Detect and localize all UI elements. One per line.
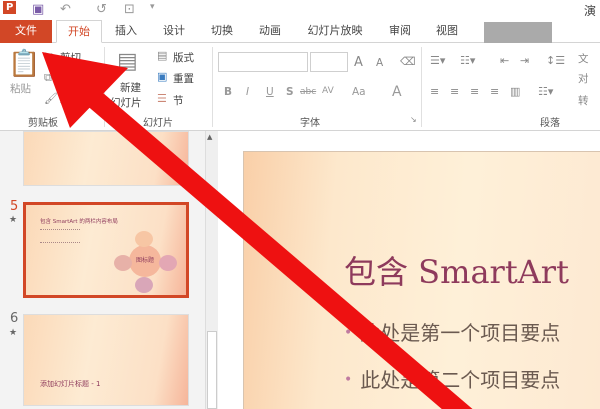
slide-bullet[interactable]: 此处是第一个项目要点 [344,317,560,346]
reset-icon[interactable]: ▣ [157,70,167,83]
slide-thumbnail-5[interactable]: 包含 SmartArt 的两栏内容布局 图标题 [23,202,189,298]
tab-design[interactable]: 设计 [152,20,196,43]
new-slide-dropdown[interactable]: 幻灯片 [110,95,142,110]
thumbnails-scrollbar[interactable]: ▲ [205,131,218,409]
tab-file[interactable]: 文件 [0,20,52,43]
char-spacing-button[interactable]: AV [322,86,334,96]
scrollbar-thumb[interactable] [207,331,217,409]
cut-icon[interactable]: ✂ [44,49,53,62]
tab-home[interactable]: 开始 [56,20,102,43]
customize-qat-icon[interactable]: ▾ [150,2,155,12]
font-group-label: 字体 [300,118,320,129]
change-case-button[interactable]: Aa [352,86,366,98]
font-name-input[interactable] [218,52,308,72]
text-direction-button[interactable]: 文 [578,51,589,66]
clipboard-group-label: 剪贴板 [28,118,58,129]
slide-thumbnail-4[interactable] [23,131,189,186]
tab-review[interactable]: 审阅 [380,20,420,43]
shrink-font-button[interactable]: A [376,57,383,69]
redacted-tab [484,22,552,44]
underline-button[interactable]: U [266,86,274,98]
cut-button[interactable]: 剪切 [60,50,81,65]
redo-icon[interactable]: ↺ [96,2,107,17]
save-icon[interactable]: ▣ [32,2,44,17]
new-slide-button[interactable]: 新建 [120,80,141,95]
align-text-button[interactable]: 对 [578,71,589,86]
thumbnail-title: 添加幻灯片标题 - 1 [40,380,101,388]
align-left-icon[interactable]: ≡ [430,85,439,98]
bullets-icon[interactable]: ☰▾ [430,54,445,67]
slide-thumbnails-pane: 5 ★ 包含 SmartArt 的两栏内容布局 图标题 6 ★ 添加幻灯片标题 … [0,131,205,409]
italic-button[interactable]: I [246,86,249,98]
bold-button[interactable]: B [224,86,232,98]
convert-smartart-button[interactable]: 转 [578,93,589,108]
scroll-up-icon[interactable]: ▲ [207,133,212,141]
section-icon[interactable]: ☰ [157,92,167,105]
ribbon-tabs: 文件 开始 插入 设计 切换 动画 幻灯片放映 审阅 视图 [0,20,600,44]
slide-title[interactable]: 包含 SmartArt [344,247,569,293]
clear-formatting-icon[interactable]: ⌫ [400,55,416,68]
layout-icon[interactable]: ▤ [157,49,167,62]
slide-number: 5 [10,199,19,214]
slide-editor: 包含 SmartArt 此处是第一个项目要点 此处是第二个项目要点 [219,131,600,409]
grow-font-button[interactable]: A [354,55,363,70]
tab-animations[interactable]: 动画 [248,20,292,43]
increase-indent-icon[interactable]: ⇥ [520,54,529,67]
new-slide-icon[interactable]: ▤ [117,49,138,74]
paste-button[interactable]: 粘贴 [10,81,31,96]
slide-thumbnail-6[interactable]: 添加幻灯片标题 - 1 [23,314,189,406]
shadow-button[interactable]: S [286,86,294,98]
numbering-icon[interactable]: ☷▾ [460,54,475,67]
decrease-indent-icon[interactable]: ⇤ [500,54,509,67]
title-bar: P ▣ ↶ ↺ ⊡ ▾ 演 [0,0,600,20]
paste-icon[interactable]: 📋 [8,49,40,79]
ribbon: 📋 粘贴 ✂ 剪切 ⧉ 🖌 格式刷 剪贴板 ▤ 新建 幻灯片 ▤ 版式 ▣ 重置… [0,43,600,131]
section-button[interactable]: 节 [173,93,184,108]
smartart-center: 图标题 [129,245,161,277]
font-size-input[interactable] [310,52,348,72]
columns-icon[interactable]: ☷▾ [538,85,553,98]
copy-icon[interactable]: ⧉ [44,71,52,85]
font-dialog-launcher-icon[interactable]: ↘ [410,115,417,124]
current-slide[interactable]: 包含 SmartArt 此处是第一个项目要点 此处是第二个项目要点 [243,151,600,409]
animation-star-icon: ★ [9,328,18,338]
tab-slideshow[interactable]: 幻灯片放映 [300,20,370,43]
undo-icon[interactable]: ↶ [60,2,71,17]
align-center-icon[interactable]: ≡ [450,85,459,98]
align-right-icon[interactable]: ≡ [470,85,479,98]
layout-button[interactable]: 版式 [173,50,194,65]
line-spacing-icon[interactable]: ↕☰ [546,54,565,67]
start-slideshow-icon[interactable]: ⊡ [124,2,135,17]
justify-icon[interactable]: ≡ [490,85,499,98]
slides-group-label: 幻灯片 [143,118,173,129]
tab-transitions[interactable]: 切换 [200,20,244,43]
distributed-icon[interactable]: ▥ [510,85,520,98]
reset-button[interactable]: 重置 [173,71,194,86]
tab-view[interactable]: 视图 [427,20,467,43]
slide-bullet[interactable]: 此处是第二个项目要点 [344,364,560,393]
format-painter-button[interactable]: 格式刷 [60,93,92,108]
paragraph-group-label: 段落 [540,118,560,129]
thumbnail-title: 包含 SmartArt 的两栏内容布局 [40,219,118,225]
slide-number: 6 [10,311,19,326]
font-color-button[interactable]: A [392,84,402,100]
format-painter-icon[interactable]: 🖌 [44,92,58,105]
animation-star-icon: ★ [9,215,18,225]
strikethrough-button[interactable]: abc [300,87,316,97]
window-title: 演 [584,4,597,18]
powerpoint-logo-icon: P [3,1,17,14]
tab-insert[interactable]: 插入 [104,20,148,43]
